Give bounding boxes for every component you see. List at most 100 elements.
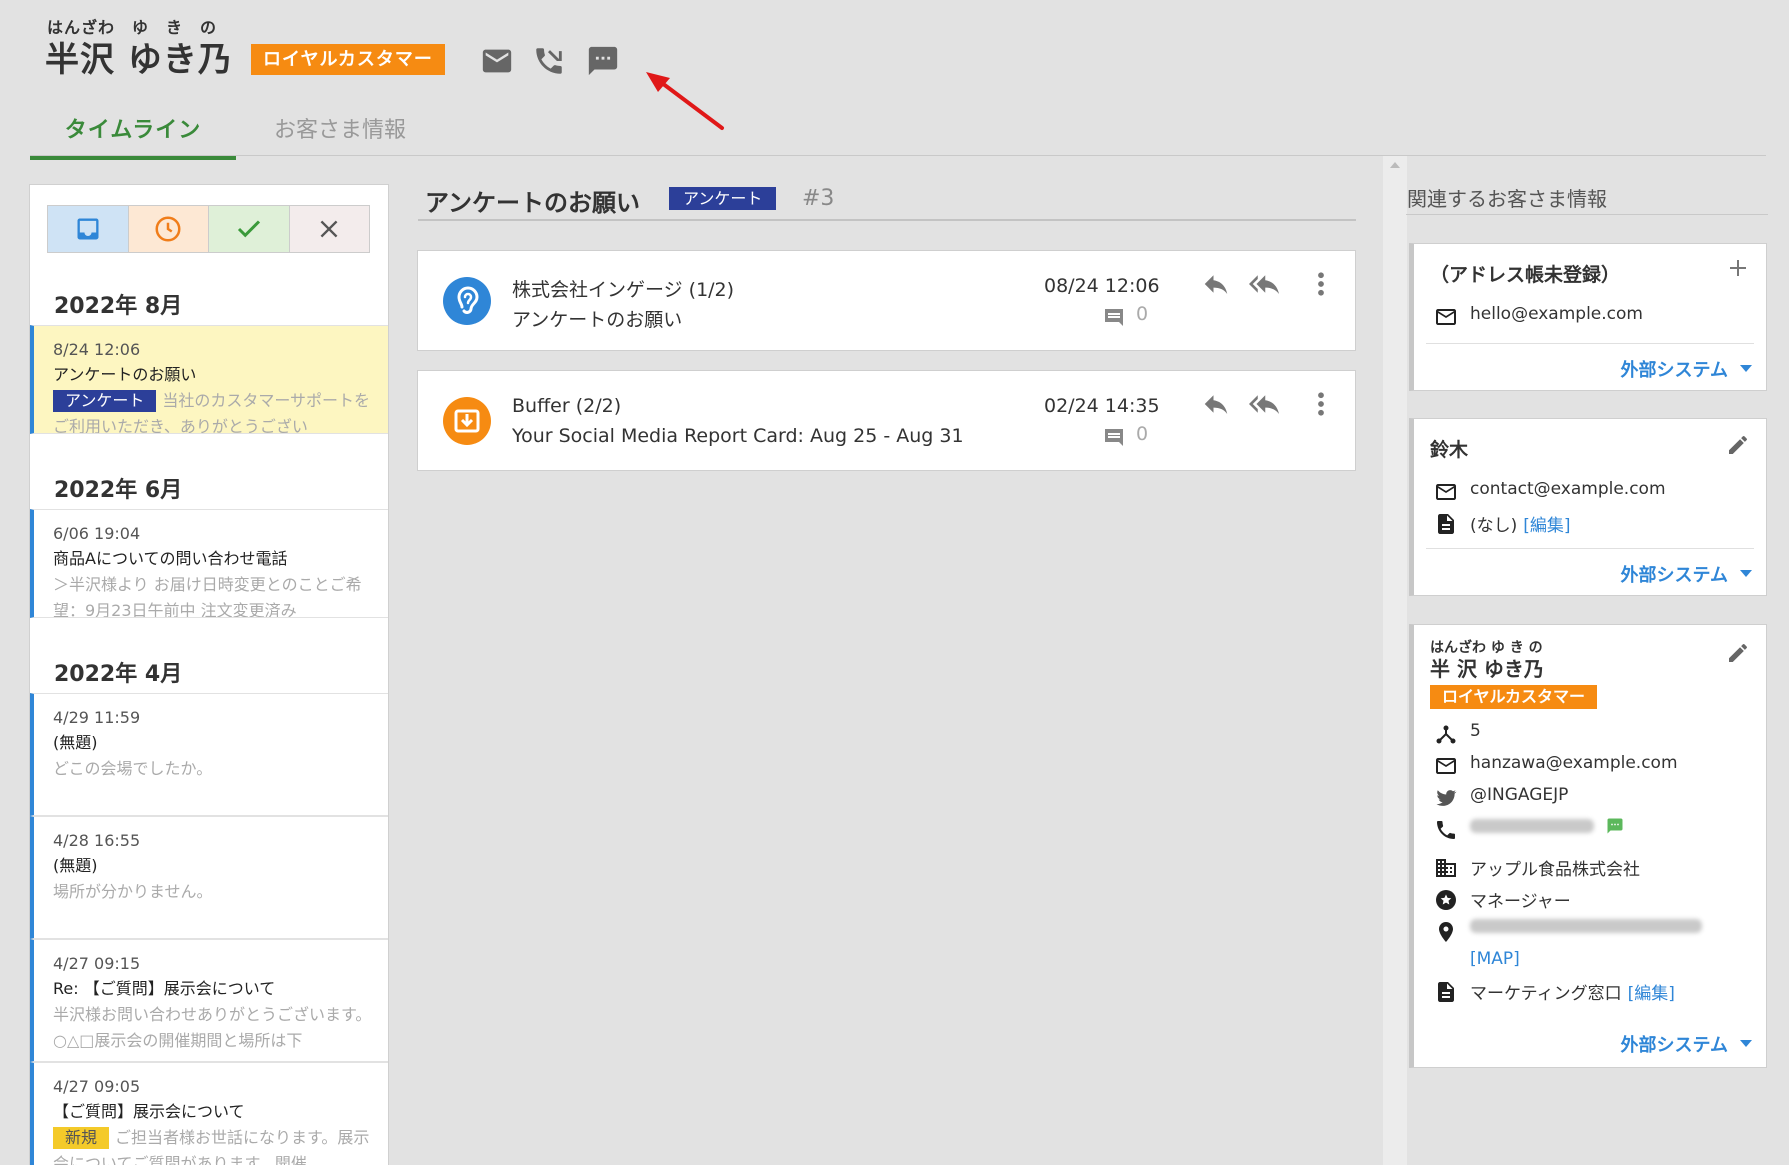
timeline-panel: 2022年 8月 8/24 12:06 アンケートのお願い アンケート 当社のカス…	[29, 184, 389, 1165]
conversation-number: #3	[802, 186, 835, 211]
timeline-item[interactable]: 4/27 09:05 【ご質問】展示会について 新規 ご担当者様お世話になります。…	[30, 1062, 388, 1165]
contact-email[interactable]: contact@example.com	[1470, 479, 1666, 499]
building-icon	[1434, 856, 1458, 880]
download-box-icon	[443, 397, 491, 445]
external-system-label: 外部システム	[1620, 360, 1728, 381]
mail-outline-icon	[1434, 480, 1458, 504]
contact-name: （アドレス帳未登録）	[1430, 264, 1621, 286]
timeline-item-title: アンケートのお願い	[53, 365, 197, 384]
check-icon	[234, 214, 264, 244]
reply-icon[interactable]	[1201, 389, 1231, 419]
status-filter-bar	[47, 205, 370, 253]
external-system-dropdown[interactable]: 外部システム	[1621, 356, 1752, 382]
message-subject: Your Social Media Report Card: Aug 25 - …	[512, 425, 964, 447]
contact-email[interactable]: hanzawa@example.com	[1470, 753, 1678, 773]
add-contact-icon[interactable]	[1726, 256, 1750, 280]
related-customer-card: （アドレス帳未登録） hello@example.com 外部システム	[1409, 243, 1767, 391]
reply-all-icon[interactable]	[1249, 389, 1289, 419]
edit-memo-link[interactable]: [編集]	[1523, 511, 1570, 536]
more-vert-icon[interactable]	[1314, 269, 1328, 299]
external-system-label: 外部システム	[1620, 1035, 1728, 1056]
external-system-dropdown[interactable]: 外部システム	[1621, 1031, 1752, 1057]
center-scrollbar[interactable]	[1383, 156, 1407, 1165]
job-position: マネージャー	[1470, 892, 1571, 912]
mail-icon[interactable]	[480, 44, 514, 78]
timeline-item-title: (無題)	[53, 733, 98, 752]
caret-down-icon	[1740, 570, 1752, 578]
month-header: 2022年 8月	[54, 294, 183, 319]
reply-icon[interactable]	[1201, 269, 1231, 299]
conversation-header-divider	[418, 219, 1356, 221]
more-vert-icon[interactable]	[1314, 389, 1328, 419]
star-circle-icon	[1434, 888, 1458, 912]
card-divider	[1426, 343, 1754, 344]
filter-inbox-button[interactable]	[48, 206, 129, 252]
sms-icon[interactable]	[1606, 817, 1624, 835]
timeline-item-time: 4/29 11:59	[53, 708, 141, 727]
edit-memo-link[interactable]: [編集]	[1628, 979, 1675, 1004]
related-customer-card: 鈴木 contact@example.com (なし) [編集] 外部システム	[1409, 418, 1767, 596]
contact-name: 半 沢 ゆき乃	[1430, 657, 1544, 681]
memo-icon	[1434, 980, 1458, 1004]
chat-more-icon[interactable]	[586, 44, 620, 78]
message-card[interactable]: Buffer (2/2) Your Social Media Report Ca…	[417, 370, 1356, 471]
timeline-item-title: 商品Aについての問い合わせ電話	[53, 549, 288, 568]
filter-done-button[interactable]	[209, 206, 290, 252]
message-date: 08/24 12:06	[1044, 275, 1160, 297]
timeline-item-title: Re: 【ご質問】展示会について	[53, 979, 276, 998]
month-header: 2022年 6月	[54, 478, 183, 503]
related-title-divider	[1406, 214, 1768, 215]
timeline-item-time: 8/24 12:06	[53, 340, 141, 359]
hierarchy-icon	[1434, 722, 1458, 746]
timeline-item[interactable]: 4/29 11:59 (無題) どこの会場でしたか。	[30, 693, 388, 816]
external-system-label: 外部システム	[1620, 565, 1728, 586]
caret-down-icon	[1740, 365, 1752, 373]
reply-all-icon[interactable]	[1249, 269, 1289, 299]
tab-timeline[interactable]: タイムライン	[30, 112, 236, 160]
edit-pencil-icon[interactable]	[1726, 433, 1750, 457]
location-pin-icon	[1434, 920, 1458, 944]
inbox-icon	[74, 215, 102, 243]
scroll-up-icon[interactable]	[1383, 156, 1407, 176]
caret-down-icon	[1740, 1040, 1752, 1048]
filter-closed-button[interactable]	[289, 206, 369, 252]
timeline-item-time: 4/28 16:55	[53, 831, 141, 850]
filter-pending-button[interactable]	[128, 206, 209, 252]
edit-pencil-icon[interactable]	[1726, 641, 1750, 665]
timeline-item-title: 【ご質問】展示会について	[53, 1102, 245, 1121]
twitter-handle[interactable]: @INGAGEJP	[1470, 785, 1568, 805]
message-sender: Buffer (2/2)	[512, 395, 622, 417]
phone-incoming-icon[interactable]	[532, 44, 566, 78]
new-tag: 新規	[53, 1127, 110, 1149]
twitter-icon	[1434, 786, 1458, 810]
timeline-item-snippet: ＞半沢様より お届け日時変更とのことご希望：9月23日午前中 注文変更済み	[53, 575, 362, 618]
timeline-item-snippet: どこの会場でしたか。	[53, 759, 213, 778]
timeline-item[interactable]: 6/06 19:04 商品Aについての問い合わせ電話 ＞半沢様より お届け日時変…	[30, 509, 388, 618]
conversation-title: アンケートのお願い	[425, 189, 641, 217]
related-count: 5	[1470, 721, 1481, 741]
tab-customer-info[interactable]: お客さま情報	[250, 112, 430, 144]
comment-icon	[1102, 425, 1126, 449]
timeline-item[interactable]: 4/27 09:15 Re: 【ご質問】展示会について 半沢様お問い合わせありが…	[30, 939, 388, 1062]
message-card[interactable]: 株式会社インゲージ (1/2) アンケートのお願い 08/24 12:06 0	[417, 250, 1356, 351]
tabs-divider	[30, 155, 1766, 156]
royal-customer-badge: ロイヤルカスタマー	[251, 44, 445, 75]
ear-icon	[443, 277, 491, 325]
royal-customer-badge: ロイヤルカスタマー	[1430, 685, 1598, 709]
related-customer-title: 関連するお客さま情報	[1407, 187, 1607, 211]
clock-icon	[153, 214, 183, 244]
contact-memo: (なし)	[1470, 516, 1518, 536]
contact-email[interactable]: hello@example.com	[1470, 304, 1643, 324]
timeline-item-time: 4/27 09:05	[53, 1077, 141, 1096]
timeline-item[interactable]: 8/24 12:06 アンケートのお願い アンケート 当社のカスタマーサポートをご…	[30, 325, 388, 434]
message-subject: アンケートのお願い	[512, 309, 683, 331]
external-system-dropdown[interactable]: 外部システム	[1621, 561, 1752, 587]
timeline-item-time: 4/27 09:15	[53, 954, 141, 973]
close-icon	[316, 216, 342, 242]
comment-count: 0	[1136, 423, 1149, 445]
message-sender: 株式会社インゲージ (1/2)	[512, 279, 735, 301]
timeline-item[interactable]: 4/28 16:55 (無題) 場所が分かりません。	[30, 816, 388, 939]
timeline-item-snippet: 半沢様お問い合わせありがとうございます。○△□展示会の開催期間と場所は下	[53, 1005, 372, 1050]
survey-tag: アンケート	[53, 390, 157, 412]
map-link[interactable]: [MAP]	[1470, 949, 1520, 969]
